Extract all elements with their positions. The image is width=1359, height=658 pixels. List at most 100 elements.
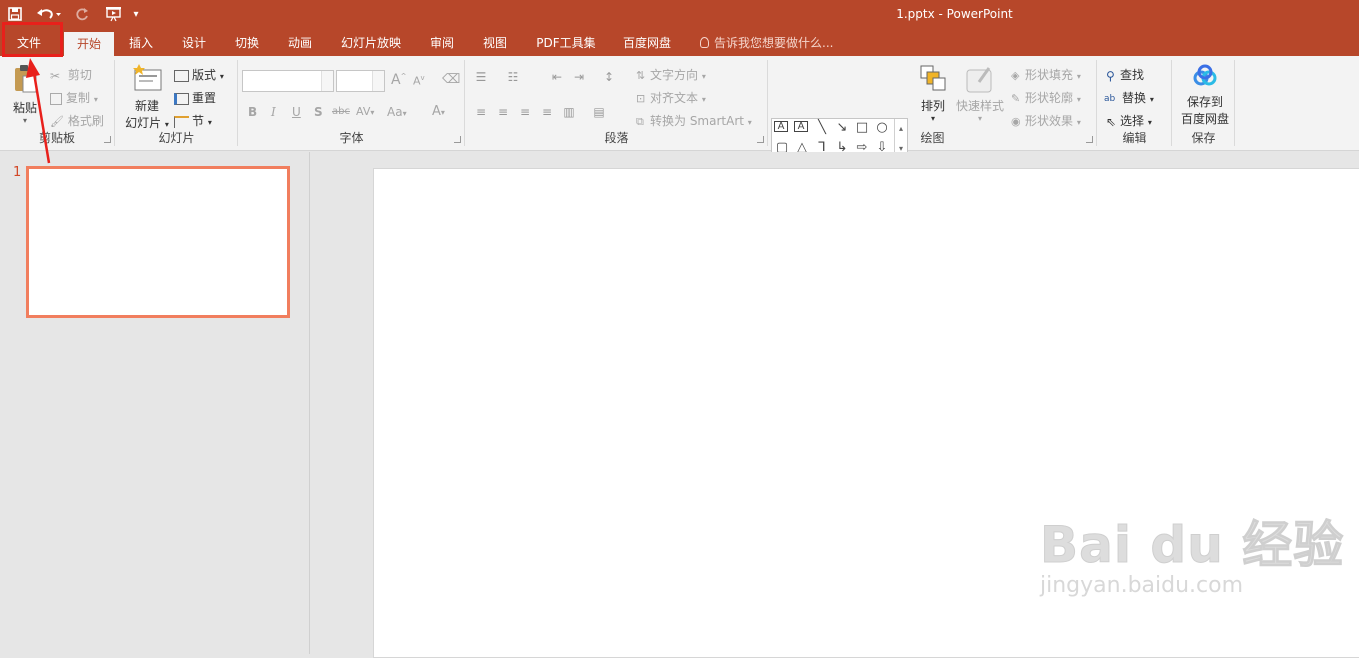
drawing-launcher-icon[interactable] [1086, 136, 1093, 143]
chevron-down-icon[interactable] [372, 71, 384, 91]
tell-me-text: 告诉我您想要做什么... [714, 36, 834, 50]
change-case-button[interactable]: Aa▾ [387, 105, 407, 119]
shape-fill-button[interactable]: ◈ 形状填充 ▾ [1011, 66, 1081, 83]
rectangle-shape-icon[interactable]: □ [854, 121, 870, 135]
vertical-textbox-shape-icon[interactable]: A [794, 121, 808, 132]
bold-button[interactable]: B [248, 105, 257, 119]
layout-button[interactable]: 版式 ▾ [174, 66, 224, 83]
clipboard-icon [15, 65, 37, 93]
textbox-shape-icon[interactable]: A [774, 121, 788, 132]
align-right-icon[interactable]: ≡ [518, 105, 532, 119]
slide-thumbnail-pane[interactable]: 1 [0, 152, 310, 654]
copy-button[interactable]: 复制 ▾ [50, 89, 98, 106]
align-text-label: 对齐文本 [650, 91, 699, 105]
shrink-font-button[interactable]: Av [413, 74, 425, 88]
text-direction-button[interactable]: ⇅ 文字方向 ▾ [636, 66, 706, 83]
tell-me-search[interactable]: 告诉我您想要做什么... [700, 30, 833, 56]
char-spacing-button[interactable]: AV▾ [356, 105, 374, 118]
tab-baidu-netdisk[interactable]: 百度网盘 [616, 30, 678, 56]
group-slides: 新建 幻灯片 ▾ 版式 ▾ 重置 节 ▾ 幻灯片 [116, 60, 238, 146]
convert-smartart-button[interactable]: ⧉ 转换为 SmartArt ▾ [636, 112, 752, 129]
tab-transitions[interactable]: 切换 [228, 30, 266, 56]
arrow-line-shape-icon[interactable]: ↘ [834, 121, 850, 135]
effects-icon: ◉ [1011, 115, 1021, 128]
save-to-baidu-button[interactable]: 保存到 百度网盘 [1177, 64, 1233, 127]
tab-view[interactable]: 视图 [476, 30, 514, 56]
quick-styles-button[interactable]: 快速样式 ▾ [953, 64, 1007, 123]
font-color-label: A [432, 104, 441, 119]
justify-icon[interactable]: ≡ [540, 105, 554, 119]
line-spacing-icon[interactable]: ↕ [602, 70, 616, 84]
line-shape-icon[interactable]: ╲ [814, 121, 830, 135]
format-painter-label: 格式刷 [67, 114, 104, 128]
shape-effects-label: 形状效果 [1025, 114, 1074, 128]
tab-insert[interactable]: 插入 [122, 30, 160, 56]
change-case-label: Aa [387, 105, 403, 119]
shape-fill-label: 形状填充 [1025, 68, 1074, 82]
italic-button[interactable]: I [271, 105, 276, 119]
smartart-label: 转换为 SmartArt [650, 114, 744, 128]
arrange-button[interactable]: 排列 ▾ [917, 64, 949, 123]
clear-formatting-icon[interactable]: ⌫ [442, 72, 460, 87]
save-group-label: 保存 [1191, 131, 1216, 145]
underline-button[interactable]: U [292, 105, 301, 119]
tab-design[interactable]: 设计 [175, 30, 213, 56]
tab-home[interactable]: 开始 [64, 32, 114, 56]
section-label: 节 [192, 114, 205, 128]
numbering-icon[interactable]: ☷ [506, 70, 520, 84]
chevron-down-icon[interactable] [321, 71, 333, 91]
shape-outline-label: 形状轮廓 [1025, 91, 1074, 105]
distributed-icon[interactable]: ▥ [562, 105, 576, 119]
align-center-icon[interactable]: ≡ [496, 105, 510, 119]
copy-icon [50, 92, 62, 105]
decrease-indent-icon[interactable]: ⇤ [550, 70, 564, 84]
reset-button[interactable]: 重置 [174, 89, 216, 106]
find-label: 查找 [1120, 68, 1145, 82]
slide-thumbnail[interactable] [26, 166, 290, 318]
font-name-combo[interactable] [242, 70, 334, 92]
paragraph-launcher-icon[interactable] [757, 136, 764, 143]
slides-group-label: 幻灯片 [158, 131, 195, 145]
copy-label: 复制 [66, 91, 91, 105]
align-text-button[interactable]: ⊡ 对齐文本 ▾ [636, 89, 706, 106]
tab-animations[interactable]: 动画 [281, 30, 319, 56]
format-painter-button[interactable]: 🖌 格式刷 [50, 112, 104, 129]
search-icon: ⚲ [1106, 68, 1115, 83]
align-left-icon[interactable]: ≡ [474, 105, 488, 119]
window-title: 1.pptx - PowerPoint [896, 7, 1013, 21]
new-slide-button[interactable]: 新建 幻灯片 ▾ [122, 62, 172, 131]
tab-pdf-tools[interactable]: PDF工具集 [530, 30, 602, 56]
columns-icon[interactable]: ▤ [592, 105, 606, 119]
clipboard-launcher-icon[interactable] [104, 136, 111, 143]
font-color-button[interactable]: A▾ [432, 104, 445, 119]
shadow-button[interactable]: S [314, 105, 323, 119]
tab-slideshow[interactable]: 幻灯片放映 [336, 30, 406, 56]
oval-shape-icon[interactable]: ○ [874, 121, 890, 135]
grow-font-button[interactable]: A^ [391, 72, 406, 88]
ribbon-tabs: 文件 开始 插入 设计 切换 动画 幻灯片放映 审阅 视图 PDF工具集 百度网… [0, 30, 1359, 56]
bullets-icon[interactable]: ☰ [474, 70, 488, 84]
replace-button[interactable]: ab 替换 ▾ [1104, 89, 1154, 106]
select-button[interactable]: ⇖ 选择 ▾ [1106, 112, 1152, 129]
shape-effects-button[interactable]: ◉ 形状效果 ▾ [1011, 112, 1081, 129]
strikethrough-button[interactable]: abc [332, 106, 350, 117]
shape-outline-button[interactable]: ✎ 形状轮廓 ▾ [1011, 89, 1081, 106]
brush-icon: 🖌 [50, 115, 64, 128]
replace-label: 替换 [1122, 91, 1147, 105]
font-size-combo[interactable] [336, 70, 385, 92]
watermark-logo-text: Bai du 经验 [1039, 516, 1345, 575]
group-font: A^ Av ⌫ B I U S abc AV▾ Aa▾ A▾ 字体 [239, 60, 465, 146]
reset-icon [174, 92, 189, 105]
paste-button[interactable]: 粘贴 ▾ [8, 64, 42, 128]
section-button[interactable]: 节 ▾ [174, 112, 212, 129]
tab-review[interactable]: 审阅 [423, 30, 461, 56]
scissors-icon: ✂ [50, 68, 61, 83]
find-button[interactable]: ⚲ 查找 [1106, 66, 1144, 83]
ribbon-home: 粘贴 ▾ ✂ 剪切 复制 ▾ 🖌 格式刷 剪贴板 新建 幻灯片 ▾ 版式 ▾ 重… [0, 56, 1359, 181]
pen-icon: ✎ [1011, 92, 1021, 105]
font-launcher-icon[interactable] [454, 136, 461, 143]
new-slide-label-1: 新建 [134, 99, 159, 113]
quick-styles-icon [966, 67, 992, 93]
increase-indent-icon[interactable]: ⇥ [572, 70, 586, 84]
cut-button[interactable]: ✂ 剪切 [50, 66, 92, 83]
